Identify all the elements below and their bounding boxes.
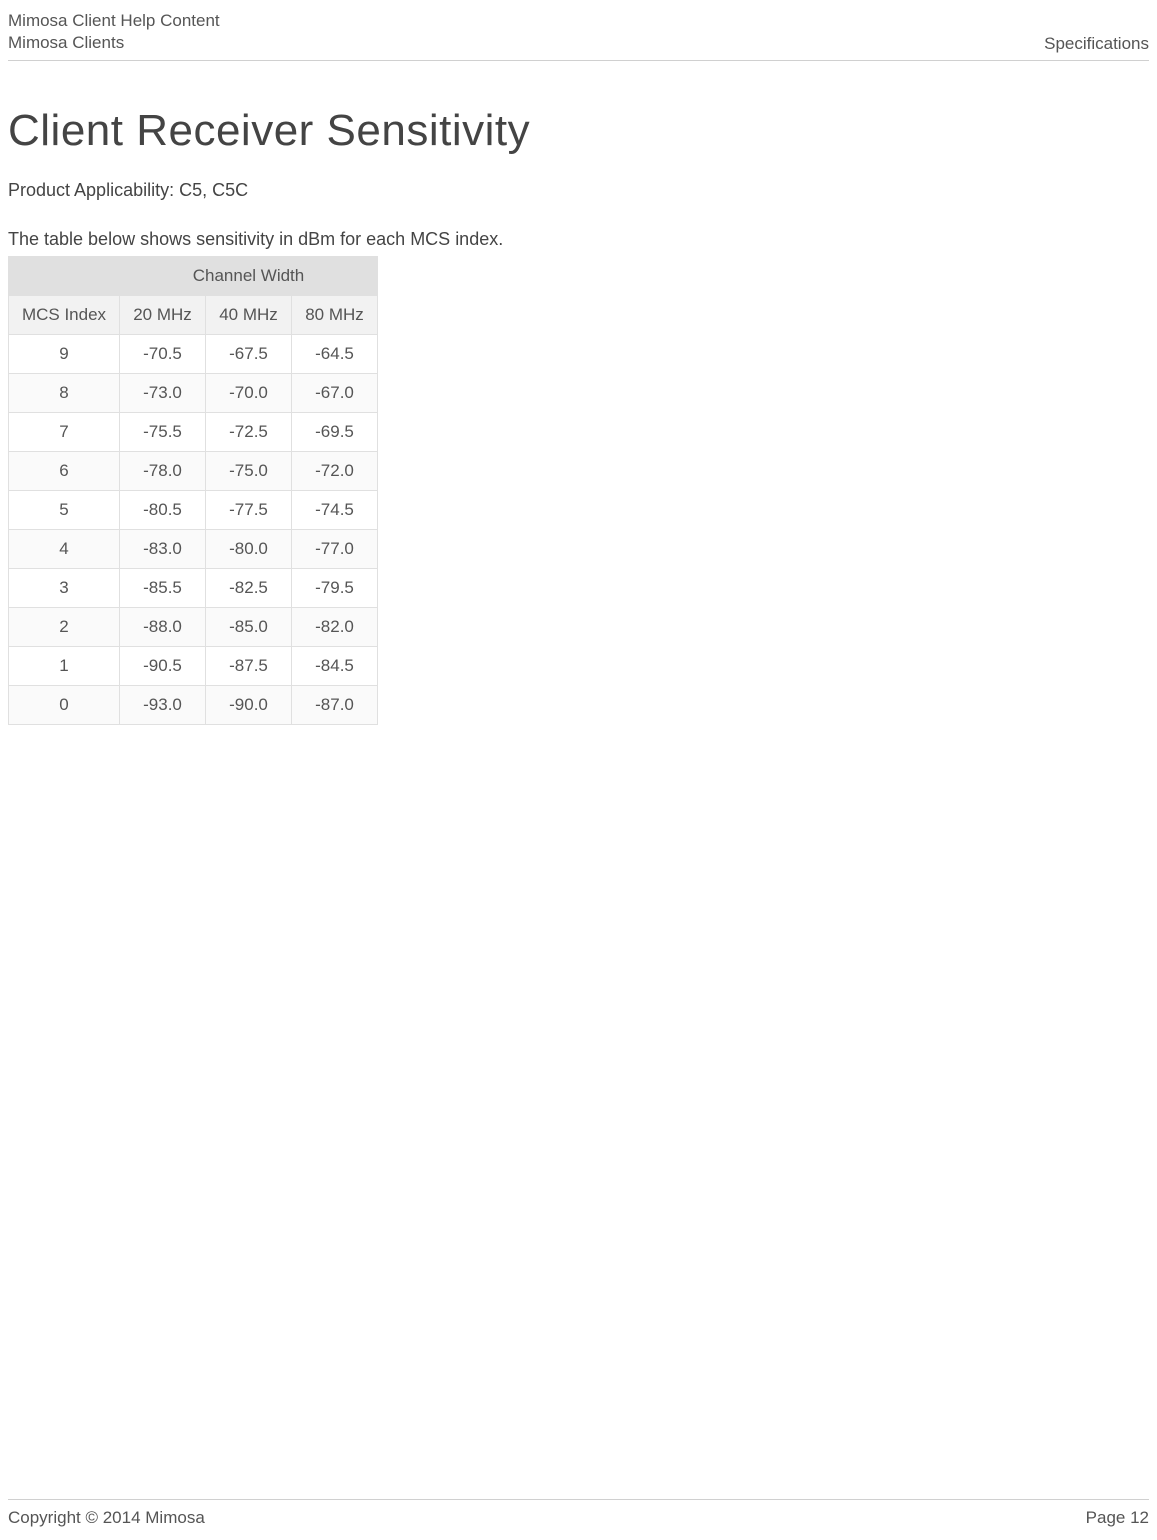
col-header-40mhz: 40 MHz: [206, 296, 291, 334]
cell-40: -85.0: [206, 608, 291, 646]
cell-40: -80.0: [206, 530, 291, 568]
cell-mcs: 0: [9, 686, 119, 724]
cell-mcs: 4: [9, 530, 119, 568]
cell-mcs: 2: [9, 608, 119, 646]
table-row: 5 -80.5 -77.5 -74.5: [9, 491, 377, 529]
cell-40: -72.5: [206, 413, 291, 451]
col-header-80mhz: 80 MHz: [292, 296, 377, 334]
cell-80: -67.0: [292, 374, 377, 412]
product-applicability: Product Applicability: C5, C5C: [8, 180, 1149, 201]
cell-20: -88.0: [120, 608, 205, 646]
cell-40: -87.5: [206, 647, 291, 685]
table-row: 3 -85.5 -82.5 -79.5: [9, 569, 377, 607]
cell-80: -84.5: [292, 647, 377, 685]
cell-mcs: 7: [9, 413, 119, 451]
table-body: 9 -70.5 -67.5 -64.5 8 -73.0 -70.0 -67.0 …: [9, 335, 377, 724]
cell-20: -83.0: [120, 530, 205, 568]
cell-40: -82.5: [206, 569, 291, 607]
footer-page-number: Page 12: [1086, 1508, 1149, 1528]
cell-80: -82.0: [292, 608, 377, 646]
cell-80: -87.0: [292, 686, 377, 724]
cell-20: -80.5: [120, 491, 205, 529]
col-header-mcs: MCS Index: [9, 296, 119, 334]
intro-text: The table below shows sensitivity in dBm…: [8, 229, 1149, 250]
table-group-header: Channel Width: [120, 257, 377, 295]
cell-80: -79.5: [292, 569, 377, 607]
cell-mcs: 6: [9, 452, 119, 490]
table-row: 1 -90.5 -87.5 -84.5: [9, 647, 377, 685]
cell-80: -77.0: [292, 530, 377, 568]
cell-mcs: 3: [9, 569, 119, 607]
cell-20: -90.5: [120, 647, 205, 685]
cell-80: -72.0: [292, 452, 377, 490]
sensitivity-table: Channel Width MCS Index 20 MHz 40 MHz 80…: [8, 256, 378, 725]
header-line-1: Mimosa Client Help Content: [8, 10, 220, 32]
footer-copyright: Copyright © 2014 Mimosa: [8, 1508, 205, 1528]
cell-40: -67.5: [206, 335, 291, 373]
cell-20: -85.5: [120, 569, 205, 607]
table-row: 8 -73.0 -70.0 -67.0: [9, 374, 377, 412]
document-footer: Copyright © 2014 Mimosa Page 12: [8, 1499, 1149, 1528]
cell-mcs: 9: [9, 335, 119, 373]
header-right: Specifications: [1044, 34, 1149, 53]
table-row: 7 -75.5 -72.5 -69.5: [9, 413, 377, 451]
cell-40: -75.0: [206, 452, 291, 490]
cell-20: -78.0: [120, 452, 205, 490]
table-row: 6 -78.0 -75.0 -72.0: [9, 452, 377, 490]
page-title: Client Receiver Sensitivity: [8, 106, 1149, 156]
table-row: 4 -83.0 -80.0 -77.0: [9, 530, 377, 568]
cell-40: -77.5: [206, 491, 291, 529]
cell-80: -69.5: [292, 413, 377, 451]
col-header-20mhz: 20 MHz: [120, 296, 205, 334]
table-row: 0 -93.0 -90.0 -87.0: [9, 686, 377, 724]
cell-20: -73.0: [120, 374, 205, 412]
table-row: 2 -88.0 -85.0 -82.0: [9, 608, 377, 646]
header-line-2: Mimosa Clients: [8, 32, 220, 54]
cell-20: -75.5: [120, 413, 205, 451]
document-header: Mimosa Client Help Content Mimosa Client…: [8, 10, 1149, 61]
cell-80: -64.5: [292, 335, 377, 373]
table-row: 9 -70.5 -67.5 -64.5: [9, 335, 377, 373]
cell-mcs: 1: [9, 647, 119, 685]
cell-mcs: 8: [9, 374, 119, 412]
cell-mcs: 5: [9, 491, 119, 529]
cell-80: -74.5: [292, 491, 377, 529]
cell-20: -70.5: [120, 335, 205, 373]
table-blank-header: [9, 257, 119, 295]
cell-40: -70.0: [206, 374, 291, 412]
cell-20: -93.0: [120, 686, 205, 724]
cell-40: -90.0: [206, 686, 291, 724]
